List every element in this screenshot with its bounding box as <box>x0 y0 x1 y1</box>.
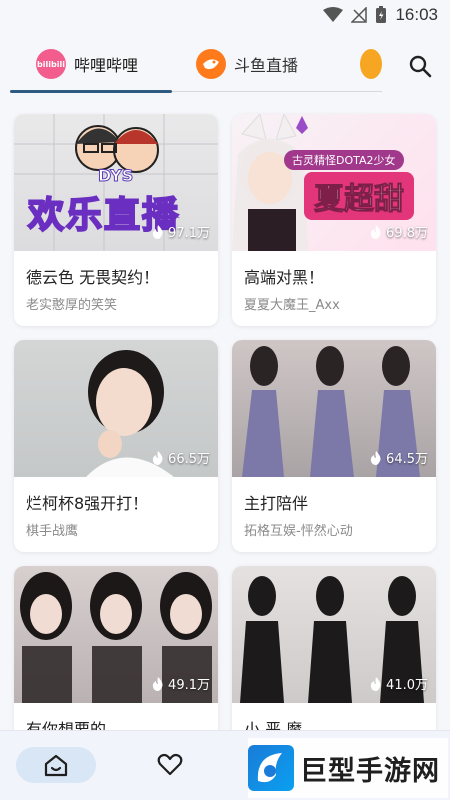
stream-thumbnail: 41.0万 <box>232 566 436 703</box>
stream-title: 主打陪伴 <box>244 494 309 513</box>
search-button[interactable] <box>404 50 436 82</box>
viewer-count: 64.5万 <box>370 448 428 467</box>
watermark-logo <box>248 745 294 791</box>
stream-title: 高端对黑！ <box>244 268 325 287</box>
signal-icon <box>351 7 368 23</box>
streamer-name: 棋手战鹰 <box>26 524 79 539</box>
clock: 16:03 <box>395 5 438 24</box>
flame-icon <box>152 676 163 691</box>
tab-bilibili[interactable]: bilibili 哔哩哔哩 <box>36 48 138 80</box>
stream-card[interactable]: DYS 欢乐直播 97.1万 德云色 无畏契约！ 老实憨厚的笑笑 <box>14 114 218 326</box>
streamer-name: 夏夏大魔王_Axx <box>244 298 340 313</box>
active-tab-indicator <box>10 90 172 93</box>
flame-icon <box>370 224 381 239</box>
heart-icon <box>157 753 183 776</box>
watermark-text: 巨型手游网 <box>300 755 440 787</box>
tab-more-platform[interactable] <box>360 48 382 80</box>
watermark: 巨型手游网 <box>248 738 448 798</box>
flame-icon <box>152 450 163 465</box>
stream-title: 烂柯杯8强开打！ <box>26 494 149 513</box>
stream-thumbnail: 64.5万 <box>232 340 436 477</box>
flame-icon <box>370 676 381 691</box>
wifi-icon <box>323 7 344 22</box>
huya-icon <box>360 49 382 79</box>
flame-icon <box>152 224 163 239</box>
stream-thumbnail: 66.5万 <box>14 340 218 477</box>
stream-title: 德云色 无畏契约！ <box>26 268 160 287</box>
battery-icon <box>376 6 387 23</box>
platform-tabs: bilibili 哔哩哔哩 斗鱼直播 <box>0 40 450 96</box>
tab-label: 哔哩哔哩 <box>74 56 139 75</box>
stream-thumbnail: 古灵精怪DOTA2少女 夏超甜 69.8万 <box>232 114 436 251</box>
streamer-name: 老实憨厚的笑笑 <box>26 298 118 313</box>
stream-thumbnail: 49.1万 <box>14 566 218 703</box>
viewer-count: 66.5万 <box>152 448 210 467</box>
stream-card[interactable]: 古灵精怪DOTA2少女 夏超甜 69.8万 高端对黑！ 夏夏大魔王_Axx <box>232 114 436 326</box>
home-icon <box>44 754 68 777</box>
bilibili-icon: bilibili <box>36 49 66 79</box>
thumbnail-badge: 古灵精怪DOTA2少女 <box>284 150 404 170</box>
nav-favorites-button[interactable] <box>150 749 190 781</box>
viewer-count: 69.8万 <box>370 222 428 241</box>
thumbnail-caption: 夏超甜 <box>304 172 414 220</box>
stream-card[interactable]: 64.5万 主打陪伴 拓格互娱-怦然心动 <box>232 340 436 552</box>
tab-divider <box>172 91 382 92</box>
douyu-icon <box>196 49 226 79</box>
flame-icon <box>370 450 381 465</box>
stream-card[interactable]: 66.5万 烂柯杯8强开打！ 棋手战鹰 <box>14 340 218 552</box>
stream-thumbnail: DYS 欢乐直播 97.1万 <box>14 114 218 251</box>
streamer-name: 拓格互娱-怦然心动 <box>244 524 353 539</box>
status-bar: 16:03 <box>0 0 450 30</box>
viewer-count: 41.0万 <box>370 674 428 693</box>
viewer-count: 97.1万 <box>152 222 210 241</box>
thumbnail-badge: DYS <box>97 166 134 186</box>
search-icon <box>409 55 432 78</box>
tab-douyu[interactable]: 斗鱼直播 <box>196 48 298 80</box>
viewer-count: 49.1万 <box>152 674 210 693</box>
tab-label: 斗鱼直播 <box>234 56 299 75</box>
nav-home-button[interactable] <box>16 747 96 783</box>
